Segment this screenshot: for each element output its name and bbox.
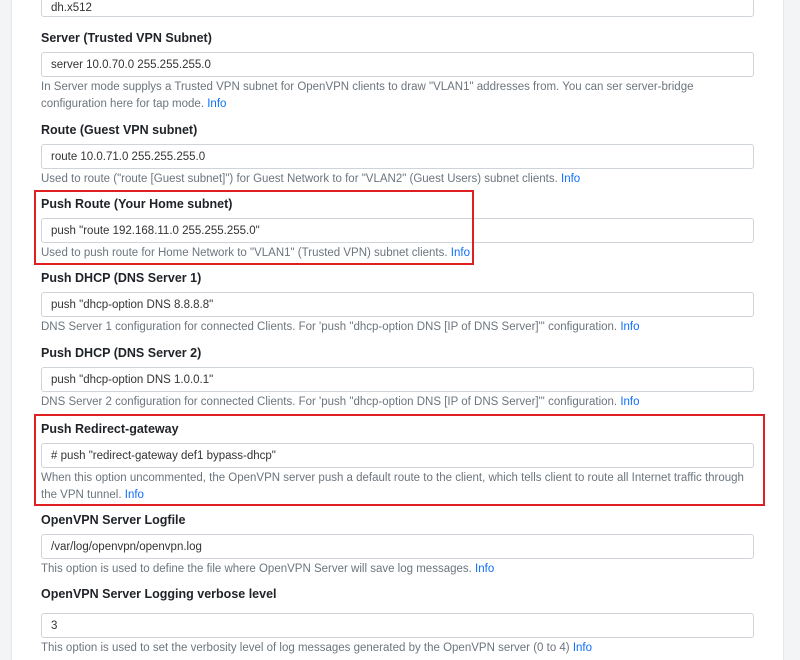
highlight-box-push-route <box>34 190 474 265</box>
info-link[interactable]: Info <box>561 173 580 185</box>
info-link[interactable]: Info <box>475 563 494 575</box>
dh-input[interactable]: dh.x512 <box>41 0 754 17</box>
help-text: This option is used to define the file w… <box>41 563 472 575</box>
field-help: Used to route ("route [Guest subnet]") f… <box>41 171 754 188</box>
field-verbose-level: OpenVPN Server Logging verbose level 3 T… <box>41 586 754 657</box>
field-logfile: OpenVPN Server Logfile /var/log/openvpn/… <box>41 512 754 578</box>
info-link[interactable]: Info <box>573 642 592 654</box>
field-label: OpenVPN Server Logging verbose level <box>41 587 277 601</box>
highlight-box-redirect-gateway <box>34 414 765 506</box>
field-label: Push DHCP (DNS Server 2) <box>41 346 202 360</box>
help-text: In Server mode supplys a Trusted VPN sub… <box>41 81 694 110</box>
help-text: Used to route ("route [Guest subnet]") f… <box>41 173 558 185</box>
dns-1-input[interactable]: push "dhcp-option DNS 8.8.8.8" <box>41 292 754 317</box>
info-link[interactable]: Info <box>620 396 639 408</box>
verbose-level-input[interactable]: 3 <box>41 613 754 638</box>
field-dns-1: Push DHCP (DNS Server 1) push "dhcp-opti… <box>41 270 754 336</box>
field-guest-route: Route (Guest VPN subnet) route 10.0.71.0… <box>41 122 754 188</box>
field-help: This option is used to define the file w… <box>41 561 754 578</box>
info-link[interactable]: Info <box>620 321 639 333</box>
field-label: Server (Trusted VPN Subnet) <box>41 31 212 45</box>
field-help: In Server mode supplys a Trusted VPN sub… <box>41 79 754 113</box>
field-label: OpenVPN Server Logfile <box>41 513 186 527</box>
dns-2-input[interactable]: push "dhcp-option DNS 1.0.0.1" <box>41 367 754 392</box>
field-dh: dh.x512 <box>41 0 754 17</box>
field-help: DNS Server 1 configuration for connected… <box>41 319 754 336</box>
field-dns-2: Push DHCP (DNS Server 2) push "dhcp-opti… <box>41 345 754 411</box>
info-link[interactable]: Info <box>207 98 226 110</box>
logfile-input[interactable]: /var/log/openvpn/openvpn.log <box>41 534 754 559</box>
field-label: Route (Guest VPN subnet) <box>41 123 198 137</box>
server-subnet-input[interactable]: server 10.0.70.0 255.255.255.0 <box>41 52 754 77</box>
help-text: This option is used to set the verbosity… <box>41 642 570 654</box>
field-help: This option is used to set the verbosity… <box>41 640 754 657</box>
field-server-subnet: Server (Trusted VPN Subnet) server 10.0.… <box>41 30 754 113</box>
help-text: DNS Server 1 configuration for connected… <box>41 321 618 333</box>
help-text: DNS Server 2 configuration for connected… <box>41 396 618 408</box>
field-help: DNS Server 2 configuration for connected… <box>41 394 754 411</box>
guest-route-input[interactable]: route 10.0.71.0 255.255.255.0 <box>41 144 754 169</box>
field-label: Push DHCP (DNS Server 1) <box>41 271 202 285</box>
